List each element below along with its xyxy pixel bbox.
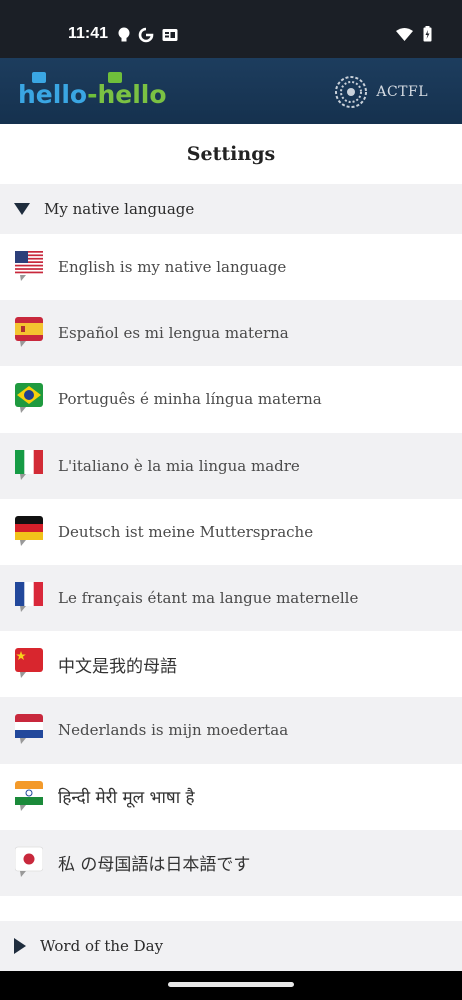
word-of-the-day-section-header[interactable]: Word of the Day (0, 921, 462, 971)
language-option-label: Deutsch ist meine Muttersprache (58, 522, 314, 541)
collapse-triangle-icon (14, 203, 30, 215)
language-option-label: 中文是我的母語 (58, 656, 177, 677)
flag-cn-icon (15, 644, 43, 684)
flag-in-icon (15, 777, 43, 817)
home-gesture-handle[interactable] (168, 982, 294, 987)
status-bar: 11:41 (0, 0, 462, 58)
battery-icon (423, 26, 432, 42)
language-option-label: हिन्दी मेरी मूल भाषा है (58, 788, 195, 809)
language-option-label: 私 の母国語は日本語です (58, 855, 251, 876)
language-option-es[interactable]: Español es mi lengua materna (0, 300, 462, 367)
system-icons (396, 26, 432, 42)
google-icon (138, 27, 154, 43)
language-option-label: Nederlands is mijn moedertaa (58, 721, 289, 740)
language-list: English is my native language Español es… (0, 234, 462, 920)
wifi-icon (396, 27, 413, 41)
language-option-nl[interactable]: Nederlands is mijn moedertaa (0, 697, 462, 764)
flag-fr-icon (15, 578, 43, 618)
language-option-de[interactable]: Deutsch ist meine Muttersprache (0, 498, 462, 565)
language-option-label: Le français étant ma langue maternelle (58, 589, 359, 608)
section-label: Word of the Day (40, 937, 164, 955)
title-bar: Settings (0, 124, 462, 184)
section-label: My native language (44, 200, 195, 218)
language-option-label: Português é minha língua materna (58, 390, 322, 409)
actfl-label: ACTFL (376, 84, 428, 100)
flag-nl-icon (15, 710, 43, 750)
flag-de-icon (15, 512, 43, 552)
language-option-label: Español es mi lengua materna (58, 324, 289, 343)
language-option-br[interactable]: Português é minha língua materna (0, 366, 462, 433)
language-option-label: L'italiano è la mia lingua madre (58, 456, 300, 475)
flag-jp-icon (15, 843, 43, 883)
status-time: 11:41 (68, 25, 109, 42)
language-option-it[interactable]: L'italiano è la mia lingua madre (0, 432, 462, 499)
actfl-badge: ACTFL (334, 75, 428, 109)
flag-es-icon (15, 313, 43, 353)
actfl-seal-icon (335, 76, 368, 108)
language-option-cn[interactable]: 中文是我的母語 (0, 631, 462, 698)
language-option-us[interactable]: English is my native language (0, 234, 462, 301)
expand-triangle-icon (14, 938, 26, 954)
language-option-fr[interactable]: Le français étant ma langue maternelle (0, 564, 462, 632)
language-option-label: English is my native language (58, 258, 287, 277)
news-icon (162, 29, 178, 41)
language-option-in[interactable]: हिन्दी मेरी मूल भाषा है (0, 763, 462, 830)
flag-br-icon (15, 379, 43, 419)
native-language-section-header[interactable]: My native language (0, 184, 462, 234)
flag-us-icon (15, 247, 43, 287)
hello-hello-logo: hello-hello (18, 80, 167, 109)
page-title: Settings (186, 143, 276, 165)
notification-icons (118, 27, 178, 43)
lightbulb-icon (118, 27, 130, 42)
navigation-bar (0, 971, 462, 1000)
flag-it-icon (15, 446, 43, 486)
app-header: hello-hello ACTFL (0, 58, 462, 124)
language-option-jp[interactable]: 私 の母国語は日本語です (0, 829, 462, 896)
